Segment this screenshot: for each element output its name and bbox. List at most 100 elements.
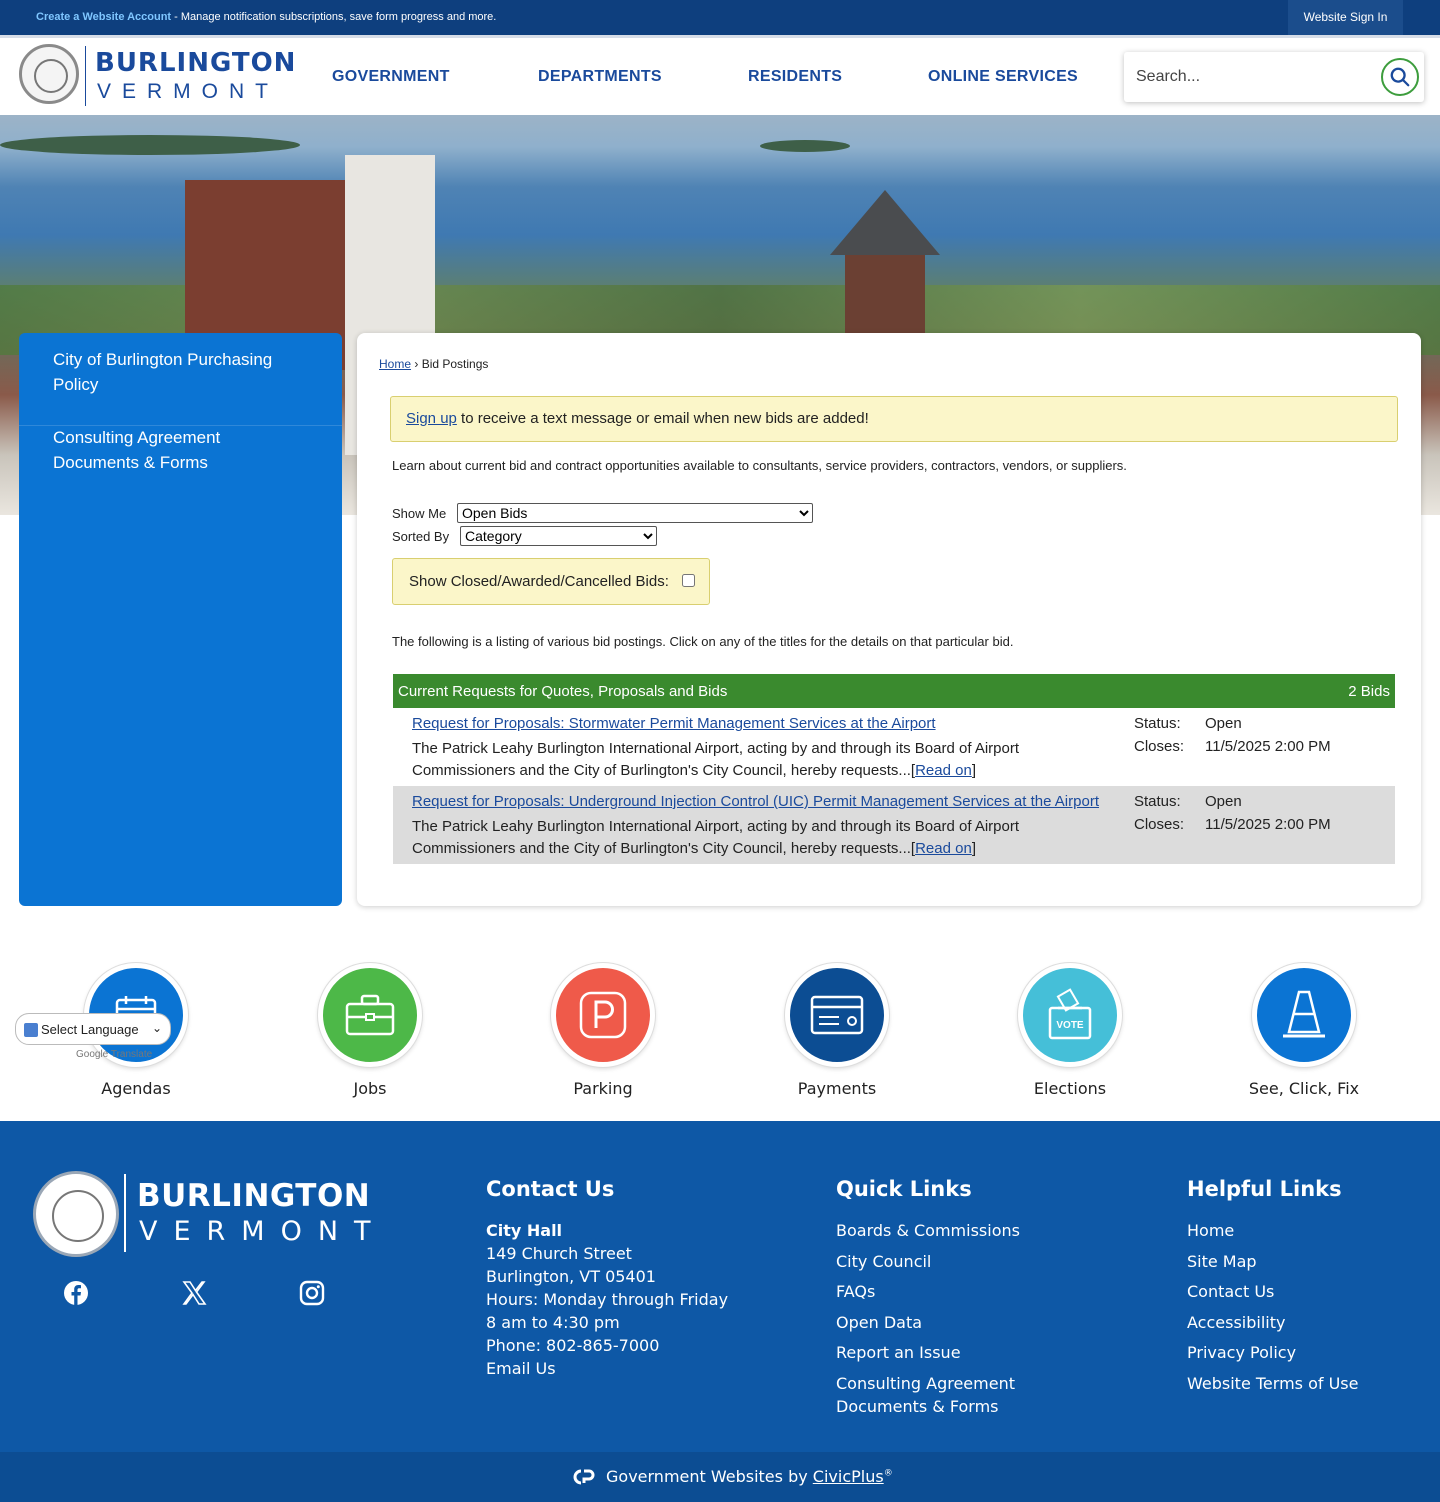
- signup-notice-text: to receive a text message or email when …: [456, 410, 869, 427]
- language-select[interactable]: Select Language ⌄: [15, 1013, 171, 1045]
- bid-read-on-link[interactable]: Read on: [915, 840, 972, 857]
- contact-phone: Phone: 802-865-7000: [486, 1336, 660, 1355]
- quick-link-circle[interactable]: [1252, 963, 1356, 1067]
- quick-link-circle[interactable]: [551, 963, 655, 1067]
- nav-online-services[interactable]: ONLINE SERVICES: [928, 68, 1078, 86]
- contact-hours-line1: Hours: Monday through Friday: [486, 1290, 729, 1309]
- x-link[interactable]: [180, 1279, 208, 1307]
- footer-logo-title[interactable]: BURLINGTON: [137, 1178, 370, 1214]
- bid-status-value: Open: [1205, 793, 1242, 810]
- quick-link-label[interactable]: See, Click, Fix: [1212, 1079, 1396, 1098]
- credit-card-icon: [810, 995, 864, 1035]
- show-me-label: Show Me: [392, 506, 447, 521]
- quick-link-jobs[interactable]: Jobs: [318, 963, 422, 1098]
- footer-link-faqs[interactable]: FAQs: [836, 1280, 1036, 1303]
- quick-link-circle[interactable]: [318, 963, 422, 1067]
- quick-link-elections[interactable]: VOTE Elections: [1018, 963, 1122, 1098]
- city-seal-logo[interactable]: [19, 44, 79, 104]
- website-sign-in-button[interactable]: Website Sign In: [1288, 0, 1403, 35]
- main-content-card: Home › Bid Postings Sign up to receive a…: [357, 333, 1421, 906]
- contact-address-line1: 149 Church Street: [486, 1244, 632, 1263]
- search-button[interactable]: [1381, 58, 1419, 96]
- facebook-icon: [64, 1281, 88, 1305]
- footer-link-consulting-agreement[interactable]: Consulting Agreement Documents & Forms: [836, 1372, 1036, 1418]
- google-translate-credit[interactable]: Google Translate: [76, 1049, 152, 1060]
- facebook-link[interactable]: [62, 1279, 90, 1307]
- account-message: Create a Website Account - Manage notifi…: [36, 11, 496, 23]
- footer-helpful-links: Home Site Map Contact Us Accessibility P…: [1187, 1219, 1358, 1402]
- bid-title-link[interactable]: Request for Proposals: Underground Injec…: [412, 793, 1099, 810]
- instagram-icon: [299, 1280, 325, 1306]
- bid-closes-value: 11/5/2025 2:00 PM: [1205, 738, 1331, 755]
- quick-link-see-click-fix[interactable]: See, Click, Fix: [1249, 963, 1359, 1098]
- category-title: Current Requests for Quotes, Proposals a…: [398, 683, 728, 700]
- breadcrumb-separator: ›: [411, 357, 422, 371]
- footer-link-terms-of-use[interactable]: Website Terms of Use: [1187, 1372, 1358, 1395]
- city-seal-logo[interactable]: [33, 1171, 119, 1257]
- footer-link-open-data[interactable]: Open Data: [836, 1311, 1036, 1334]
- hero-island: [760, 140, 850, 152]
- footer-link-home[interactable]: Home: [1187, 1219, 1358, 1242]
- footer-quick-links: Boards & Commissions City Council FAQs O…: [836, 1219, 1036, 1425]
- sorted-by-select[interactable]: Category: [460, 526, 657, 546]
- contact-name: City Hall: [486, 1221, 563, 1240]
- quick-link-label[interactable]: Agendas: [44, 1079, 228, 1098]
- signup-link[interactable]: Sign up: [406, 410, 457, 427]
- bid-closes-label: Closes:: [1134, 816, 1185, 833]
- chevron-down-icon: ⌄: [151, 1021, 162, 1035]
- civicplus-link[interactable]: CivicPlus: [813, 1467, 884, 1486]
- create-account-link[interactable]: Create a Website Account: [36, 11, 171, 23]
- breadcrumb-home-link[interactable]: Home: [379, 357, 411, 371]
- footer-link-city-council[interactable]: City Council: [836, 1250, 1036, 1273]
- quick-link-label[interactable]: Payments: [745, 1079, 929, 1098]
- bid-closes-label: Closes:: [1134, 738, 1185, 755]
- quick-link-payments[interactable]: Payments: [785, 963, 889, 1098]
- search-input[interactable]: [1136, 64, 1366, 90]
- quick-link-parking[interactable]: Parking: [551, 963, 655, 1098]
- bid-title-link[interactable]: Request for Proposals: Stormwater Permit…: [412, 715, 936, 732]
- contact-address-line2: Burlington, VT 05401: [486, 1267, 656, 1286]
- nav-government[interactable]: GOVERNMENT: [332, 68, 450, 86]
- footer-contact-info: City Hall 149 Church Street Burlington, …: [486, 1219, 728, 1380]
- bid-status-label: Status:: [1134, 793, 1181, 810]
- footer-link-contact-us[interactable]: Contact Us: [1187, 1280, 1358, 1303]
- footer-link-site-map[interactable]: Site Map: [1187, 1250, 1358, 1273]
- civicplus-credit: Government Websites by CivicPlus®: [606, 1467, 893, 1486]
- bid-read-on-link[interactable]: Read on: [915, 762, 972, 779]
- sidebar-nav: City of Burlington Purchasing Policy Con…: [19, 333, 342, 906]
- quick-link-label[interactable]: Elections: [978, 1079, 1162, 1098]
- sidebar-item-consulting-agreement[interactable]: Consulting Agreement Documents & Forms: [53, 425, 303, 475]
- bid-status-value: Open: [1205, 715, 1242, 732]
- footer-logo-subtitle[interactable]: VERMONT: [139, 1216, 387, 1247]
- nav-residents[interactable]: RESIDENTS: [748, 68, 842, 86]
- closed-bids-toggle-box: Show Closed/Awarded/Cancelled Bids:: [392, 558, 710, 605]
- footer-link-accessibility[interactable]: Accessibility: [1187, 1311, 1358, 1334]
- sidebar-item-purchasing-policy[interactable]: City of Burlington Purchasing Policy: [53, 347, 303, 397]
- quick-link-circle[interactable]: [785, 963, 889, 1067]
- quick-link-label[interactable]: Parking: [511, 1079, 695, 1098]
- bid-description: The Patrick Leahy Burlington Internation…: [412, 818, 1020, 857]
- footer-link-privacy-policy[interactable]: Privacy Policy: [1187, 1341, 1358, 1364]
- intro-text: Learn about current bid and contract opp…: [392, 458, 1127, 473]
- contact-email-link[interactable]: Email Us: [486, 1357, 728, 1380]
- search-icon: [1390, 67, 1410, 87]
- site-header: BURLINGTON VERMONT GOVERNMENT DEPARTMENT…: [0, 35, 1440, 115]
- closed-bids-label: Show Closed/Awarded/Cancelled Bids:: [409, 573, 669, 590]
- footer-link-report-issue[interactable]: Report an Issue: [836, 1341, 1036, 1364]
- footer-link-boards-commissions[interactable]: Boards & Commissions: [836, 1219, 1036, 1242]
- briefcase-icon: [345, 994, 395, 1036]
- footer-logo-divider: [124, 1174, 126, 1252]
- closed-bids-checkbox[interactable]: [682, 574, 695, 587]
- instagram-link[interactable]: [298, 1279, 326, 1307]
- logo-title[interactable]: BURLINGTON: [95, 48, 296, 78]
- parking-icon: [579, 991, 627, 1039]
- breadcrumb-current: Bid Postings: [421, 357, 489, 371]
- show-me-select[interactable]: Open Bids: [457, 503, 813, 523]
- logo-subtitle[interactable]: VERMONT: [97, 80, 279, 104]
- quick-link-circle[interactable]: VOTE: [1018, 963, 1122, 1067]
- nav-departments[interactable]: DEPARTMENTS: [538, 68, 662, 86]
- bid-row: Request for Proposals: Underground Injec…: [393, 786, 1395, 864]
- sorted-by-label: Sorted By: [392, 529, 450, 544]
- quick-link-label[interactable]: Jobs: [278, 1079, 462, 1098]
- account-message-text: - Manage notification subscriptions, sav…: [171, 11, 497, 23]
